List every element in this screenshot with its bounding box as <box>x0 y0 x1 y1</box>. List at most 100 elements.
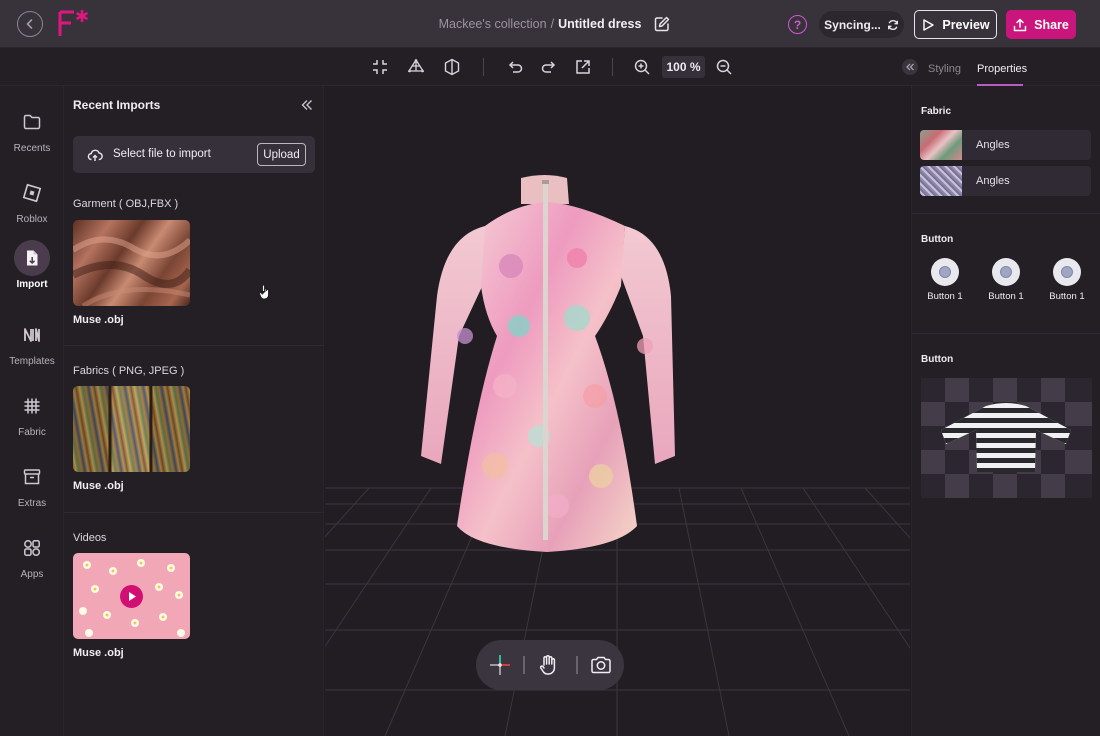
button-label: Button 1 <box>1049 291 1085 302</box>
properties-panel: Fabric Angles Angles Button Button 1 But… <box>911 86 1100 736</box>
toolbar-divider <box>612 58 613 76</box>
chevron-left-icon <box>26 19 33 29</box>
apps-grid-icon <box>24 540 41 557</box>
zoom-out-icon[interactable] <box>715 58 733 76</box>
button-swatch-icon <box>931 258 959 286</box>
import-file-icon <box>27 250 38 266</box>
button-item[interactable]: Button 1 <box>977 258 1035 302</box>
section-title-videos: Videos <box>73 532 107 544</box>
share-label: Share <box>1034 17 1069 32</box>
camera-icon[interactable] <box>590 654 612 676</box>
upload-share-icon <box>1013 18 1027 31</box>
templates-icon <box>24 328 40 342</box>
section-title-garment: Garment ( OBJ,FBX ) <box>73 198 179 210</box>
help-icon: ? <box>793 17 802 32</box>
top-bar: Mackee's collection / Untitled dress ? S… <box>0 0 1100 48</box>
dress-model <box>421 175 675 552</box>
button-item[interactable]: Button 1 <box>1038 258 1096 302</box>
sync-label: Syncing... <box>824 17 881 32</box>
preview-label: Preview <box>942 17 990 32</box>
cube-icon[interactable] <box>443 58 461 76</box>
sidebar-item-label: Apps <box>20 569 44 580</box>
button-label: Button 1 <box>988 291 1024 302</box>
share-button[interactable]: Share <box>1006 10 1076 39</box>
garment-file-name: Muse .obj <box>73 314 124 326</box>
tab-properties[interactable]: Properties <box>977 63 1027 75</box>
tab-styling[interactable]: Styling <box>928 63 961 75</box>
zoom-level[interactable]: 100 % <box>662 56 705 78</box>
play-circle-icon[interactable] <box>120 585 143 608</box>
tools-divider <box>576 656 578 674</box>
section-divider <box>64 345 324 346</box>
fabric-name: Angles <box>976 175 1010 187</box>
section-divider <box>912 333 1100 334</box>
back-button[interactable] <box>17 11 43 37</box>
fabric-file-name: Muse .obj <box>73 480 124 492</box>
extras-box-icon <box>23 469 41 485</box>
left-rail: Recents Roblox Import Templates Fabric E… <box>0 86 64 736</box>
garment-preview[interactable] <box>921 378 1092 498</box>
cloud-upload-icon <box>87 149 103 161</box>
sidebar-item-roblox[interactable]: Roblox <box>0 175 64 235</box>
file-import-row[interactable]: Select file to import Upload <box>73 136 315 173</box>
app-logo <box>58 10 89 36</box>
tools-divider <box>523 656 525 674</box>
video-file-name: Muse .obj <box>73 647 124 659</box>
hand-cursor-icon <box>259 284 269 300</box>
mesh-icon[interactable] <box>407 58 425 76</box>
fabric-swatch <box>920 166 962 196</box>
garment-thumbnail[interactable] <box>73 220 190 306</box>
upload-button[interactable]: Upload <box>257 143 306 166</box>
panel-title: Recent Imports <box>73 98 161 112</box>
video-thumbnail[interactable] <box>73 553 190 639</box>
sidebar-item-fabric[interactable]: Fabric <box>0 388 64 448</box>
toolbar: 100 % Styling Properties <box>0 48 1100 86</box>
sidebar-item-apps[interactable]: Apps <box>0 530 64 590</box>
collapse-arrows-icon[interactable] <box>371 58 389 76</box>
fabric-item[interactable]: Angles <box>920 166 1091 196</box>
striped-shirt-image <box>921 378 1092 498</box>
button-section-title-2: Button <box>921 354 954 365</box>
fabric-thumbnail[interactable] <box>73 386 190 472</box>
double-chevron-left-icon <box>906 63 914 71</box>
sidebar-item-extras[interactable]: Extras <box>0 459 64 519</box>
zoom-in-icon[interactable] <box>633 58 651 76</box>
sidebar-item-import[interactable]: Import <box>0 240 64 300</box>
button-item[interactable]: Button 1 <box>916 258 974 302</box>
sidebar-item-label: Extras <box>17 498 47 509</box>
fabric-swatch <box>920 130 962 160</box>
breadcrumb-separator: / <box>550 17 555 31</box>
collapse-panel-icon[interactable] <box>300 98 314 112</box>
hand-pan-icon[interactable] <box>538 653 560 677</box>
sync-status[interactable]: Syncing... <box>819 11 904 38</box>
3d-viewport[interactable] <box>325 86 910 736</box>
breadcrumb-collection[interactable]: Mackee's collection <box>439 17 547 31</box>
button-section-title: Button <box>921 234 954 245</box>
garment-preview-image <box>73 236 190 306</box>
section-divider <box>64 512 324 513</box>
redo-icon[interactable] <box>540 58 558 76</box>
section-divider <box>912 213 1100 214</box>
preview-button[interactable]: Preview <box>914 10 997 39</box>
move-axes-icon[interactable] <box>488 653 512 677</box>
help-button[interactable]: ? <box>788 15 807 34</box>
external-link-icon[interactable] <box>574 58 592 76</box>
button-swatch-icon <box>992 258 1020 286</box>
edit-pencil-icon[interactable] <box>653 15 671 33</box>
refresh-icon <box>887 19 898 30</box>
folder-icon <box>23 114 41 130</box>
sidebar-item-recents[interactable]: Recents <box>0 104 64 164</box>
fabric-section-title: Fabric <box>921 106 952 117</box>
collapse-right-panel-button[interactable] <box>902 59 918 75</box>
sidebar-item-label: Roblox <box>16 214 48 225</box>
sidebar-item-label: Fabric <box>18 427 46 438</box>
toolbar-divider <box>483 58 484 76</box>
play-icon <box>923 18 935 31</box>
fabric-item[interactable]: Angles <box>920 130 1091 160</box>
undo-icon[interactable] <box>506 58 524 76</box>
button-swatch-icon <box>1053 258 1081 286</box>
document-title[interactable]: Untitled dress <box>558 17 641 31</box>
recent-imports-panel: Recent Imports Select file to import Upl… <box>64 86 324 736</box>
sidebar-item-templates[interactable]: Templates <box>0 317 64 377</box>
fabric-name: Angles <box>976 139 1010 151</box>
